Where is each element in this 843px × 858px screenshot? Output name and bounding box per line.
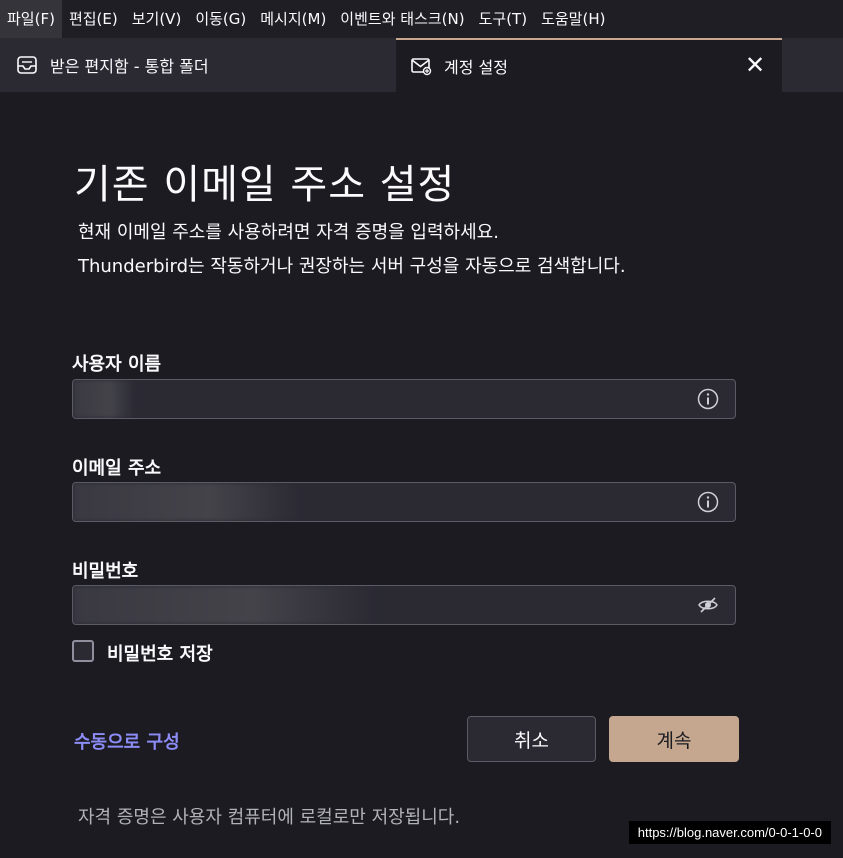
tab-bar: 받은 편지함 - 통합 폴더 계정 설정 ✕ xyxy=(0,38,843,92)
password-field[interactable] xyxy=(72,585,736,625)
tab-inbox[interactable]: 받은 편지함 - 통합 폴더 xyxy=(0,38,396,92)
password-label: 비밀번호 xyxy=(72,561,139,582)
password-value xyxy=(73,586,85,624)
menu-file[interactable]: 파일(F) xyxy=(0,0,62,38)
footer-note: 자격 증명은 사용자 컴퓨터에 로컬로만 저장됩니다. xyxy=(78,807,461,828)
remember-password-checkbox[interactable] xyxy=(72,640,94,662)
email-label: 이메일 주소 xyxy=(72,458,162,479)
username-field[interactable] xyxy=(72,379,736,419)
menu-message[interactable]: 메시지(M) xyxy=(253,0,333,38)
menu-events-tasks[interactable]: 이벤트와 태스크(N) xyxy=(333,0,471,38)
menu-edit[interactable]: 편집(E) xyxy=(62,0,125,38)
menu-go[interactable]: 이동(G) xyxy=(188,0,253,38)
eye-hidden-icon[interactable] xyxy=(697,594,719,616)
menu-tools[interactable]: 도구(T) xyxy=(472,0,534,38)
watermark: https://blog.naver.com/0-0-1-0-0 xyxy=(628,821,831,844)
manual-config-link[interactable]: 수동으로 구성 xyxy=(74,728,180,754)
redacted-value xyxy=(73,586,375,624)
page-title: 기존 이메일 주소 설정 xyxy=(74,162,456,208)
tab-account-label: 계정 설정 xyxy=(444,58,508,77)
redacted-value xyxy=(73,483,301,521)
description-line-2: Thunderbird는 작동하거나 권장하는 서버 구성을 자동으로 검색합니… xyxy=(78,256,626,277)
username-label: 사용자 이름 xyxy=(72,354,162,375)
tab-inbox-label: 받은 편지함 - 통합 폴더 xyxy=(50,57,209,76)
mail-settings-icon xyxy=(411,58,432,76)
continue-button[interactable]: 계속 xyxy=(609,716,739,762)
tab-account-settings[interactable]: 계정 설정 ✕ xyxy=(396,38,782,92)
close-icon[interactable]: ✕ xyxy=(742,52,768,78)
cancel-button[interactable]: 취소 xyxy=(467,716,596,762)
description-line-1: 현재 이메일 주소를 사용하려면 자격 증명을 입력하세요. xyxy=(78,222,499,243)
email-field[interactable] xyxy=(72,482,736,522)
remember-password-label: 비밀번호 저장 xyxy=(107,644,213,665)
email-value xyxy=(73,483,85,521)
username-value xyxy=(73,380,85,418)
account-setup-panel: 기존 이메일 주소 설정 현재 이메일 주소를 사용하려면 자격 증명을 입력하… xyxy=(0,92,843,858)
info-icon[interactable] xyxy=(697,491,719,513)
info-icon[interactable] xyxy=(697,388,719,410)
inbox-icon xyxy=(17,56,37,74)
menu-help[interactable]: 도움말(H) xyxy=(534,0,612,38)
menu-bar: 파일(F) 편집(E) 보기(V) 이동(G) 메시지(M) 이벤트와 태스크(… xyxy=(0,0,843,38)
menu-view[interactable]: 보기(V) xyxy=(125,0,189,38)
